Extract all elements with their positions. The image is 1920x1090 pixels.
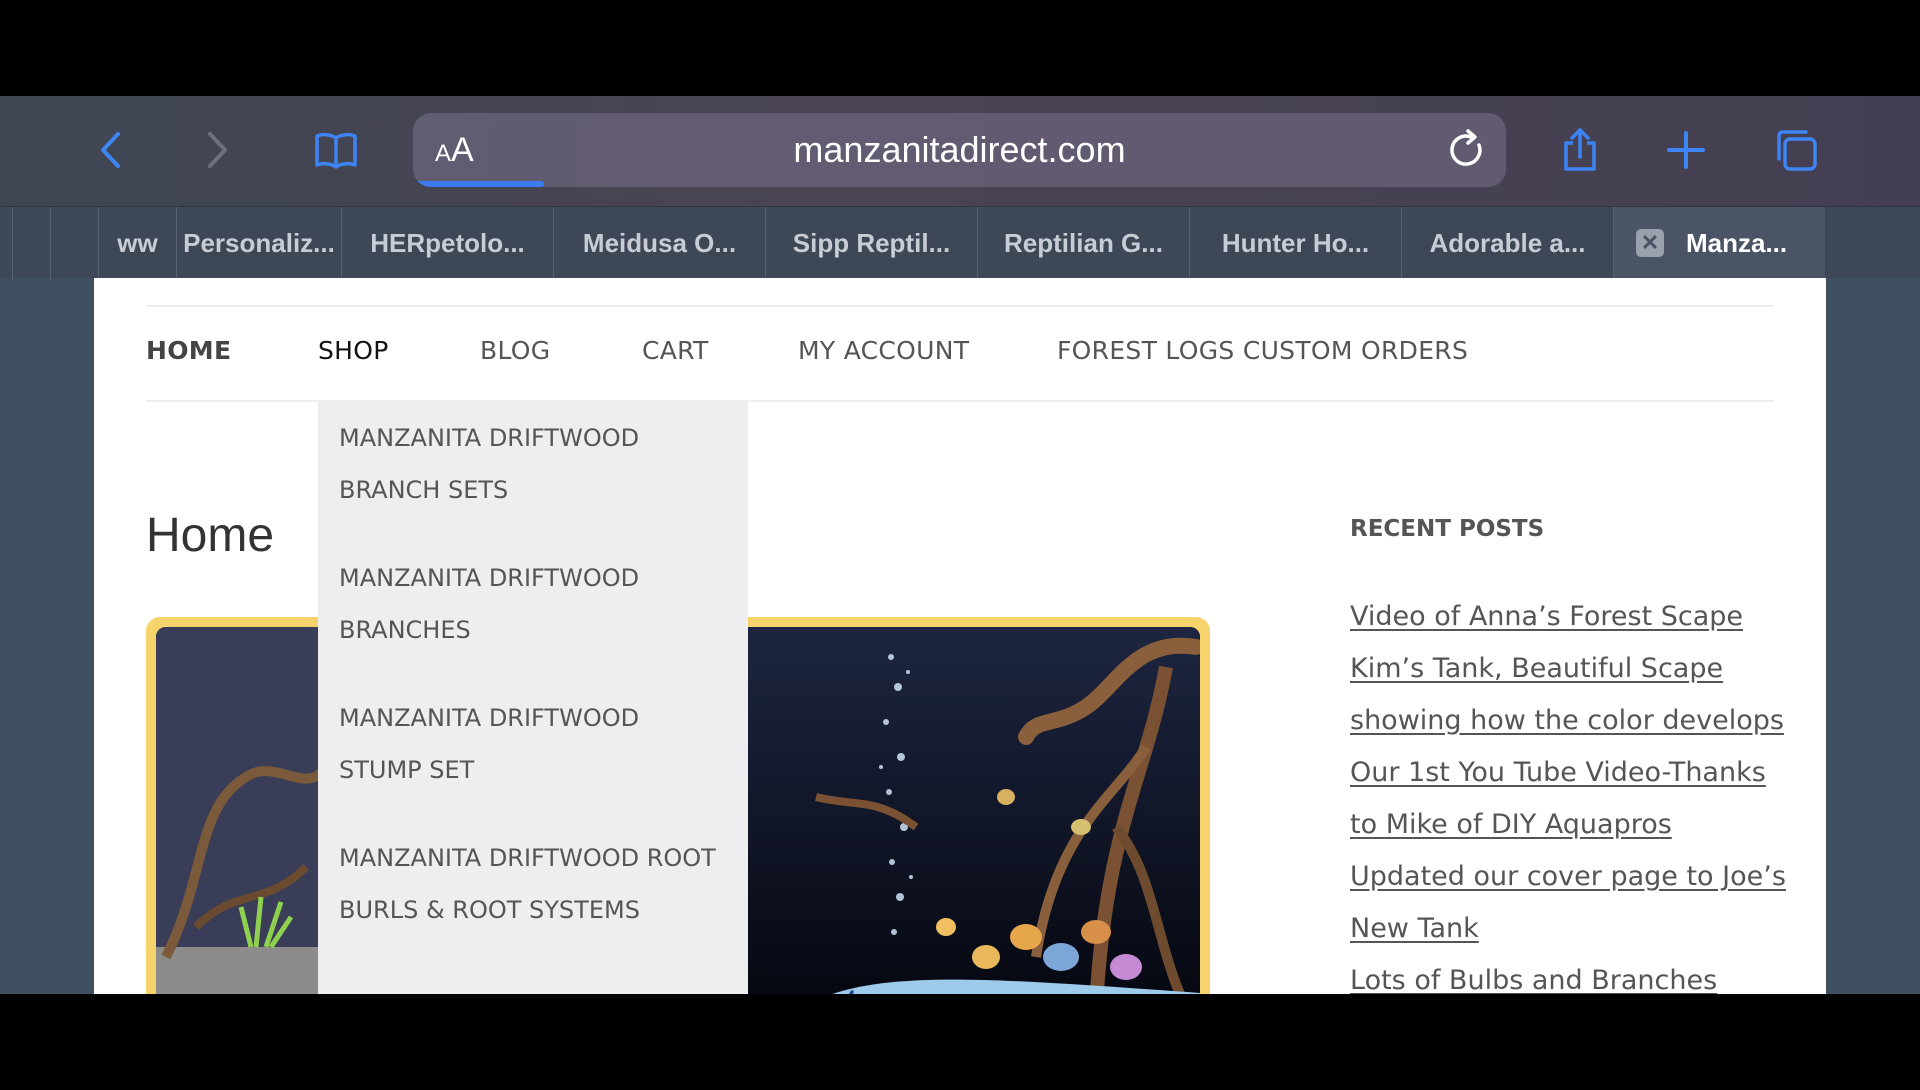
recent-post-link[interactable]: Kim’s Tank, Beautiful Scape showing how … (1350, 643, 1790, 747)
safari-window: AA manzanitadirect.com ww Personaliz... … (0, 96, 1920, 994)
tab-item[interactable]: Reptilian G... (977, 207, 1189, 279)
reload-icon[interactable] (1444, 127, 1490, 173)
tab-label: Personaliz... (183, 227, 335, 258)
recent-posts-heading: RECENT POSTS (1350, 516, 1545, 542)
tab-item[interactable]: Hunter Ho... (1189, 207, 1401, 279)
tab-item[interactable]: Meidusa O... (553, 207, 765, 279)
recent-post-link[interactable]: Updated our cover page to Joe’s New Tank (1350, 851, 1790, 955)
url-text: manzanitadirect.com (793, 129, 1126, 170)
shop-menu-item[interactable]: MANZANITA DRIFTWOOD STUMP SET (339, 692, 729, 796)
recent-post-link[interactable]: Video of Anna’s Forest Scape (1350, 591, 1790, 643)
nav-home[interactable]: HOME (146, 336, 231, 365)
recent-posts-list: Video of Anna’s Forest Scape Kim’s Tank,… (1350, 591, 1790, 994)
hero-caption: ect.com (806, 983, 935, 994)
address-bar[interactable]: AA manzanitadirect.com (413, 113, 1506, 187)
tab-item[interactable]: ww (98, 207, 176, 279)
recent-post-link[interactable]: Our 1st You Tube Video-Thanks to Mike of… (1350, 747, 1790, 851)
browser-toolbar: AA manzanitadirect.com (0, 96, 1920, 206)
tab-item[interactable]: Personaliz... (176, 207, 341, 279)
chevron-left-icon (101, 132, 120, 168)
tab-label: Meidusa O... (582, 227, 737, 258)
shop-dropdown-menu: MANZANITA DRIFTWOOD BRANCH SETS MANZANIT… (318, 402, 748, 994)
nav-shop[interactable]: SHOP (318, 336, 389, 365)
tab-label: Manza... (1686, 227, 1788, 258)
tab-stub[interactable] (12, 207, 50, 279)
tab-item[interactable]: Adorable a... (1401, 207, 1613, 279)
tab-label: Sipp Reptil... (792, 227, 951, 258)
tab-label: Hunter Ho... (1221, 227, 1370, 258)
book-icon (315, 132, 357, 169)
divider (146, 305, 1774, 307)
chevron-right-icon (208, 132, 227, 168)
nav-forest-logs[interactable]: FOREST LOGS CUSTOM ORDERS (1057, 336, 1468, 365)
nav-cart[interactable]: CART (642, 336, 709, 365)
tab-item-active[interactable]: ✕ Manza... (1613, 207, 1825, 279)
tab-label: ww (117, 227, 158, 258)
forward-button[interactable] (184, 118, 248, 182)
tab-strip: ww Personaliz... HERpetolo... Meidusa O.… (0, 206, 1920, 279)
page-title: Home (146, 509, 275, 562)
tabs-overview-button[interactable] (1764, 118, 1828, 182)
tabs-icon (1777, 130, 1817, 171)
tab-label: Reptilian G... (1004, 227, 1163, 258)
tab-label: HERpetolo... (370, 227, 525, 258)
recent-post-link[interactable]: Lots of Bulbs and Branches (1350, 955, 1790, 994)
tab-item[interactable]: Sipp Reptil... (765, 207, 977, 279)
web-page: HOME SHOP BLOG CART MY ACCOUNT FOREST LO… (94, 278, 1826, 994)
page-load-progress (413, 181, 545, 187)
share-button[interactable] (1548, 118, 1612, 182)
nav-my-account[interactable]: MY ACCOUNT (798, 336, 969, 365)
tab-item[interactable]: HERpetolo... (341, 207, 553, 279)
bookmarks-button[interactable] (304, 118, 368, 182)
close-tab-icon[interactable]: ✕ (1636, 229, 1664, 257)
nav-blog[interactable]: BLOG (480, 336, 550, 365)
tab-label: Adorable a... (1429, 227, 1586, 258)
shop-menu-item[interactable]: MANZANITA DRIFTWOOD ROOT BURLS & ROOT SY… (339, 832, 729, 936)
share-icon (1564, 128, 1596, 171)
plus-icon (1667, 131, 1705, 169)
back-button[interactable] (80, 118, 144, 182)
new-tab-button[interactable] (1654, 118, 1718, 182)
shop-menu-item[interactable]: MANZANITA DRIFTWOOD BRANCHES (339, 552, 729, 656)
shop-menu-item[interactable]: MANZANITA DRIFTWOOD BRANCH SETS (339, 412, 729, 516)
tab-stub[interactable] (50, 207, 98, 279)
